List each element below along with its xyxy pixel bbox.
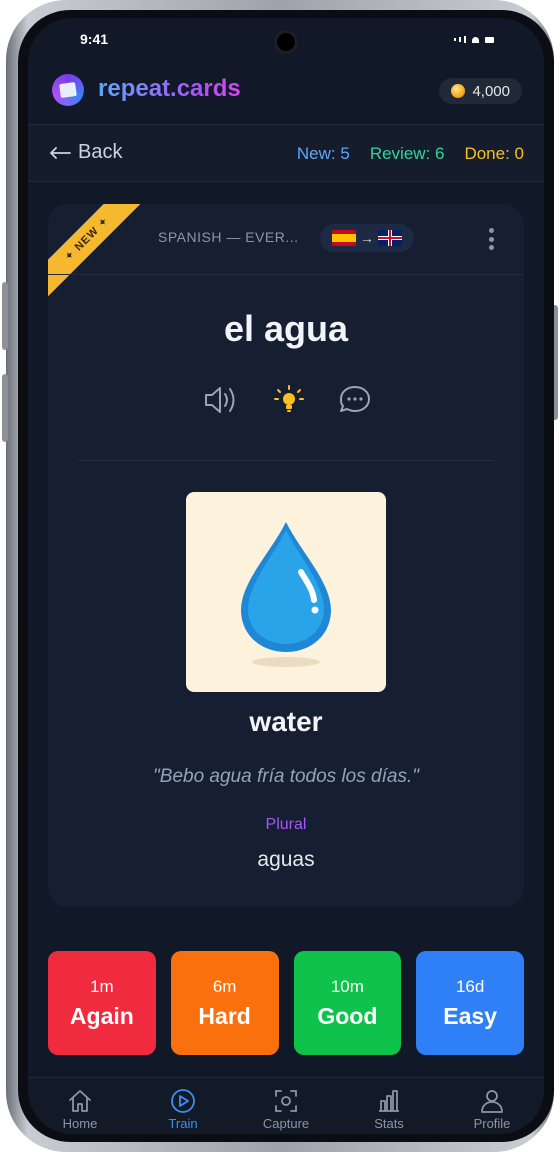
good-interval: 10m: [330, 976, 364, 996]
coin-icon: [451, 84, 466, 98]
tab-train[interactable]: Train: [143, 1088, 223, 1131]
signal-bar: [459, 37, 461, 42]
card-translation: water: [249, 706, 323, 737]
app-screen: 9:41 repeat.cards 4,000 Back New: 5 Revi…: [28, 18, 544, 1134]
brand-name: repeat.cards: [98, 75, 241, 102]
front-camera: [274, 30, 298, 54]
status-time: 9:41: [80, 31, 109, 47]
chat-icon[interactable]: [336, 382, 374, 418]
coin-balance[interactable]: 4,000: [439, 78, 522, 104]
example-sentence: "Bebo agua fría todos los días.": [153, 766, 419, 787]
new-badge: ✦ NEW ✦: [48, 204, 140, 296]
review-count: Review: 6: [369, 144, 445, 163]
hard-interval: 6m: [212, 976, 237, 996]
stats-icon: [379, 1090, 399, 1112]
divider: [78, 460, 494, 461]
tab-profile-label: Profile: [473, 1116, 511, 1131]
home-icon: [69, 1090, 91, 1112]
phone-frame: 9:41 repeat.cards 4,000 Back New: 5 Revi…: [2, 0, 558, 1152]
again-interval: 1m: [90, 976, 114, 996]
tab-home-label: Home: [62, 1116, 98, 1131]
hard-button[interactable]: 6m Hard: [170, 951, 279, 1055]
again-label: Again: [69, 1002, 134, 1029]
flashcard[interactable]: ✦ NEW ✦ SPANISH — EVER... → el agua wate…: [48, 204, 524, 907]
battery-icon: [485, 36, 494, 43]
plural-label: Plural: [265, 816, 307, 833]
lightbulb-icon[interactable]: [270, 382, 308, 418]
signal-icon: [454, 38, 456, 41]
deck-name: SPANISH — EVER...: [158, 229, 299, 245]
coin-count: 4,000: [472, 82, 510, 100]
profile-icon: [481, 1090, 503, 1113]
card-tools: [48, 382, 524, 418]
status-icons: [454, 36, 494, 43]
app-header: repeat.cards 4,000: [28, 68, 544, 118]
plural-value: aguas: [257, 848, 315, 871]
app-logo-icon: [52, 74, 84, 106]
answer-buttons: 1m Again 6m Hard 10m Good 16d Easy: [48, 951, 524, 1055]
good-label: Good: [317, 1002, 378, 1029]
tab-train-label: Train: [168, 1116, 198, 1131]
card-word: el agua: [223, 308, 349, 349]
back-label: Back: [78, 141, 123, 163]
tab-profile[interactable]: Profile: [452, 1088, 532, 1131]
new-ribbon: ✦ NEW ✦: [48, 204, 140, 296]
bottom-tab-bar: Home Train Capture Stats Profile: [28, 1077, 544, 1134]
good-button[interactable]: 10m Good: [293, 951, 402, 1055]
capture-icon: [275, 1090, 297, 1112]
card-image: [186, 492, 386, 692]
more-options-icon[interactable]: [488, 228, 494, 250]
status-bar: 9:41: [28, 18, 544, 62]
tab-capture-label: Capture: [262, 1116, 310, 1131]
volume-up-button: [2, 282, 8, 350]
hard-label: Hard: [198, 1002, 251, 1029]
done-count: Done: 0: [464, 144, 524, 163]
new-count: New: 5: [296, 144, 350, 163]
session-nav: Back New: 5 Review: 6 Done: 0: [28, 124, 544, 182]
session-counts: New: 5 Review: 6 Done: 0: [297, 144, 524, 164]
spain-flag-icon: [332, 230, 356, 246]
water-drop-icon: [241, 522, 331, 667]
tab-stats-label: Stats: [374, 1116, 404, 1131]
tab-capture[interactable]: Capture: [246, 1088, 326, 1131]
volume-down-button: [2, 374, 8, 442]
signal-bar: [464, 36, 466, 43]
easy-interval: 16d: [455, 976, 485, 996]
arrow-left-icon: [50, 146, 71, 159]
uk-flag-icon: [378, 230, 402, 246]
language-pair[interactable]: →: [320, 224, 414, 252]
speaker-icon[interactable]: [202, 382, 240, 418]
wifi-icon: [472, 36, 479, 43]
tab-home[interactable]: Home: [40, 1088, 120, 1131]
new-badge-label: NEW: [72, 224, 102, 254]
arrow-right-icon: →: [360, 230, 374, 246]
back-button[interactable]: Back: [48, 141, 122, 164]
easy-button[interactable]: 16d Easy: [416, 951, 524, 1055]
divider: [48, 274, 524, 275]
play-circle-icon: [171, 1089, 195, 1113]
again-button[interactable]: 1m Again: [48, 951, 156, 1055]
easy-label: Easy: [443, 1002, 497, 1029]
tab-stats[interactable]: Stats: [349, 1088, 429, 1131]
